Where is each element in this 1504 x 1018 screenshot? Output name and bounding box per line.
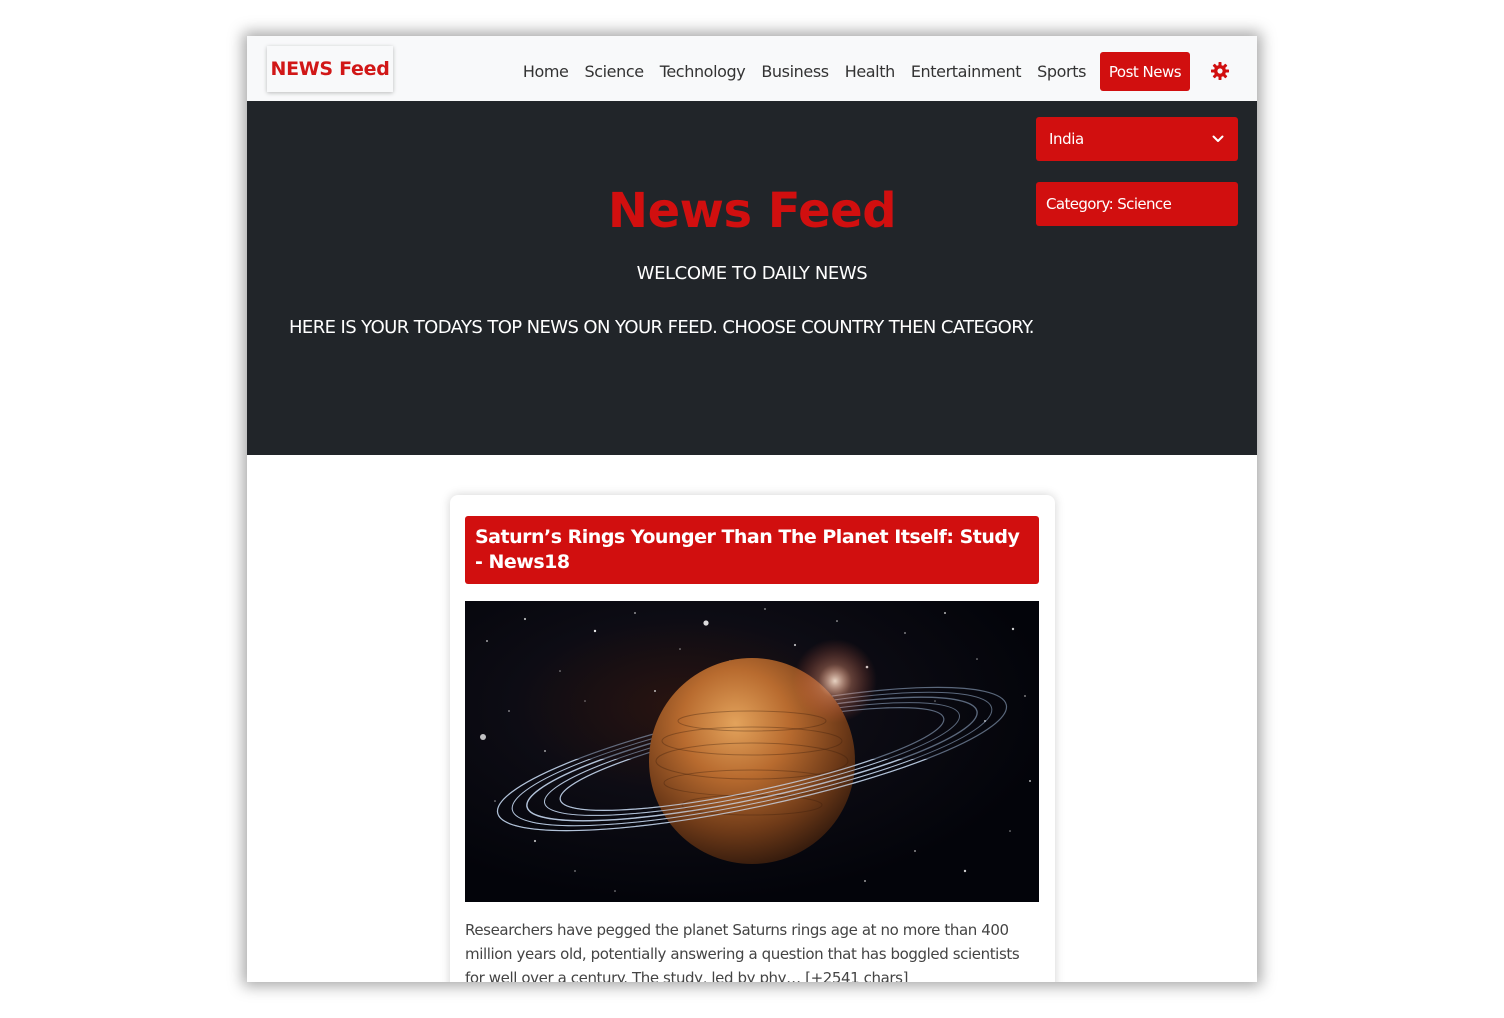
article-description: Researchers have pegged the planet Satur… [465,921,1020,982]
nav-links: Home Science Technology Business Health … [523,36,1087,106]
navbar: NEWS Feed Home Science Technology Busine… [247,36,1257,102]
hero-description: HERE IS YOUR TODAYS TOP NEWS ON YOUR FEE… [289,317,1034,338]
hero-subtitle: WELCOME TO DAILY NEWS [636,263,868,284]
news-card: Saturn’s Rings Younger Than The Planet I… [450,495,1055,982]
country-select-value: India [1049,130,1084,148]
gear-icon[interactable] [1210,61,1230,81]
nav-link-health[interactable]: Health [845,62,896,81]
brand-logo[interactable]: NEWS Feed [267,46,393,92]
nav-link-science[interactable]: Science [584,62,644,81]
saturn-planet-image [465,601,1039,902]
hero-banner: India Category: Science News Feed WELCOM… [247,101,1257,455]
nav-link-business[interactable]: Business [761,62,829,81]
article-image[interactable] [465,601,1039,902]
browser-viewport: NEWS Feed Home Science Technology Busine… [247,36,1257,982]
post-news-button[interactable]: Post News [1100,52,1190,91]
nav-link-technology[interactable]: Technology [660,62,746,81]
nav-link-home[interactable]: Home [523,62,569,81]
nav-link-entertainment[interactable]: Entertainment [911,62,1022,81]
article-title[interactable]: Saturn’s Rings Younger Than The Planet I… [465,516,1039,584]
nav-link-sports[interactable]: Sports [1037,62,1086,81]
country-select[interactable]: India [1036,117,1238,161]
chevron-down-icon [1212,135,1224,142]
hero-title: News Feed [607,183,897,239]
